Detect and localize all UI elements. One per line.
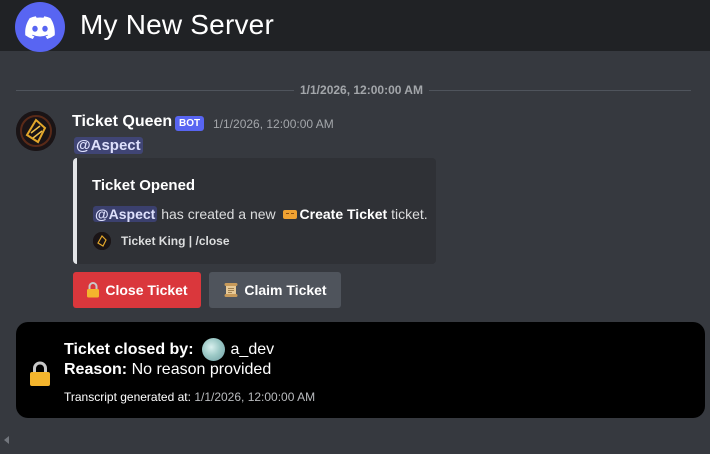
embed-desc-text-1: has created a new (161, 206, 276, 222)
message-content: @Aspect (74, 137, 143, 154)
lock-icon (86, 282, 100, 298)
embed-footer-text: Ticket King | /close (121, 234, 230, 248)
transcript-time: 1/1/2026, 12:00:00 AM (194, 390, 316, 404)
close-ticket-label: Close Ticket (105, 282, 188, 298)
closed-by-label: Ticket closed by: (64, 340, 194, 358)
embed-title: Ticket Opened (92, 177, 196, 194)
scroll-left-arrow[interactable] (4, 436, 9, 444)
footer-avatar-icon (93, 232, 111, 250)
user-avatar[interactable] (201, 338, 225, 361)
claim-ticket-button[interactable]: Claim Ticket (209, 272, 341, 308)
closed-by-user[interactable]: a_dev (231, 341, 275, 359)
reason-line: Reason: No reason provided (64, 361, 271, 379)
transcript-label: Transcript generated at: (64, 390, 191, 404)
ticket-embed: Ticket Opened @Aspect has created a new … (73, 158, 436, 264)
claim-ticket-label: Claim Ticket (244, 282, 327, 298)
server-name: My New Server (80, 9, 274, 40)
message-author[interactable]: Ticket Queen (72, 113, 172, 131)
ticket-icon (282, 209, 297, 219)
close-ticket-button[interactable]: Close Ticket (73, 272, 201, 308)
lock-icon (29, 361, 51, 392)
scroll-icon (223, 282, 239, 298)
discord-logo-icon (15, 2, 65, 52)
embed-footer: Ticket King | /close (93, 232, 230, 250)
date-divider-label: 1/1/2026, 12:00:00 AM (294, 83, 429, 97)
bot-avatar[interactable] (16, 111, 56, 151)
embed-user-mention[interactable]: @Aspect (93, 206, 158, 222)
server-header: My New Server (0, 0, 710, 52)
reason-label: Reason: (64, 361, 128, 378)
reason-value: No reason provided (131, 361, 272, 378)
closed-by-line: Ticket closed by: a_dev (64, 338, 274, 361)
ticket-closed-panel: Ticket closed by: a_dev Reason: No reaso… (16, 322, 705, 418)
discord-transcript-view: My New Server 1/1/2026, 12:00:00 AM Tick… (0, 0, 710, 454)
user-mention[interactable]: @Aspect (74, 137, 143, 154)
bot-badge: BOT (175, 116, 205, 131)
embed-desc-text-2: ticket. (391, 206, 428, 222)
transcript-line: Transcript generated at: 1/1/2026, 12:00… (64, 390, 315, 404)
embed-desc-bold: Create Ticket (299, 206, 388, 222)
embed-description: @Aspect has created a new Create Ticket … (93, 206, 428, 222)
message-timestamp: 1/1/2026, 12:00:00 AM (213, 117, 334, 131)
